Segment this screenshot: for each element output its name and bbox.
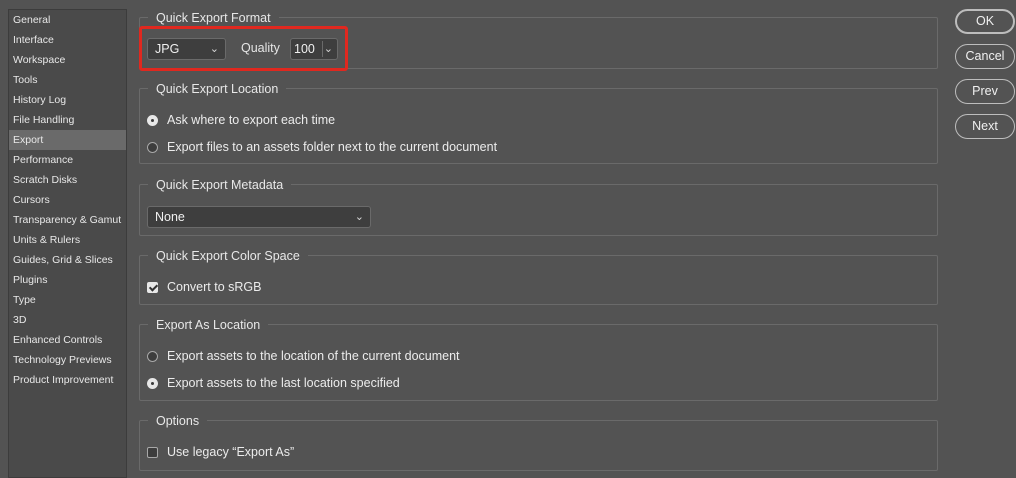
radio-last-location[interactable]: Export assets to the last location speci… xyxy=(147,375,400,391)
panel-title: Options xyxy=(148,413,208,429)
sidebar-item-workspace[interactable]: Workspace xyxy=(9,50,126,70)
sidebar-item-type[interactable]: Type xyxy=(9,290,126,310)
panel-title: Quick Export Color Space xyxy=(148,248,308,264)
radio-icon[interactable] xyxy=(147,378,158,389)
checkbox-label: Convert to sRGB xyxy=(167,280,262,294)
sidebar-item-plugins[interactable]: Plugins xyxy=(9,270,126,290)
radio-icon[interactable] xyxy=(147,115,158,126)
checkbox-icon[interactable] xyxy=(147,282,158,293)
highlight-box xyxy=(139,26,348,71)
checkbox-icon[interactable] xyxy=(147,447,158,458)
next-button[interactable]: Next xyxy=(955,114,1015,139)
radio-label: Export files to an assets folder next to… xyxy=(167,140,498,154)
legacy-export-as-checkbox-row[interactable]: Use legacy “Export As” xyxy=(147,444,294,460)
sidebar-item-history-log[interactable]: History Log xyxy=(9,90,126,110)
radio-ask-each-time[interactable]: Ask where to export each time xyxy=(147,112,335,128)
sidebar-item-enhanced-controls[interactable]: Enhanced Controls xyxy=(9,330,126,350)
radio-current-document-location[interactable]: Export assets to the location of the cur… xyxy=(147,348,460,364)
metadata-select-value: None xyxy=(155,210,185,224)
radio-icon[interactable] xyxy=(147,351,158,362)
convert-srgb-checkbox-row[interactable]: Convert to sRGB xyxy=(147,279,261,295)
sidebar-item-3d[interactable]: 3D xyxy=(9,310,126,330)
radio-label: Export assets to the last location speci… xyxy=(167,376,400,390)
checkbox-label: Use legacy “Export As” xyxy=(167,445,295,459)
panel-title: Quick Export Format xyxy=(148,10,279,26)
sidebar-item-general[interactable]: General xyxy=(9,10,126,30)
quick-export-color-space-panel: Quick Export Color Space Convert to sRGB xyxy=(139,248,938,305)
metadata-select[interactable]: None ⌄ xyxy=(147,206,371,228)
sidebar-item-technology-previews[interactable]: Technology Previews xyxy=(9,350,126,370)
prev-button[interactable]: Prev xyxy=(955,79,1015,104)
panel-title: Export As Location xyxy=(148,317,269,333)
options-panel: Options Use legacy “Export As” xyxy=(139,413,938,471)
radio-label: Ask where to export each time xyxy=(167,113,336,127)
sidebar-item-units-rulers[interactable]: Units & Rulers xyxy=(9,230,126,250)
sidebar-item-export[interactable]: Export xyxy=(9,130,126,150)
chevron-down-icon: ⌄ xyxy=(354,211,364,223)
sidebar-item-cursors[interactable]: Cursors xyxy=(9,190,126,210)
radio-assets-folder[interactable]: Export files to an assets folder next to… xyxy=(147,139,497,155)
quick-export-location-panel: Quick Export Location Ask where to expor… xyxy=(139,81,938,164)
radio-label: Export assets to the location of the cur… xyxy=(167,349,460,363)
sidebar-item-product-improvement[interactable]: Product Improvement xyxy=(9,370,126,390)
quick-export-metadata-panel: Quick Export Metadata None ⌄ xyxy=(139,177,938,236)
radio-icon[interactable] xyxy=(147,142,158,153)
sidebar-item-file-handling[interactable]: File Handling xyxy=(9,110,126,130)
sidebar-item-scratch-disks[interactable]: Scratch Disks xyxy=(9,170,126,190)
panel-title: Quick Export Metadata xyxy=(148,177,292,193)
panel-title: Quick Export Location xyxy=(148,81,287,97)
sidebar-item-tools[interactable]: Tools xyxy=(9,70,126,90)
sidebar-item-interface[interactable]: Interface xyxy=(9,30,126,50)
sidebar-item-transparency-gamut[interactable]: Transparency & Gamut xyxy=(9,210,126,230)
sidebar-item-performance[interactable]: Performance xyxy=(9,150,126,170)
export-as-location-panel: Export As Location Export assets to the … xyxy=(139,317,938,401)
ok-button[interactable]: OK xyxy=(955,9,1015,34)
sidebar-list: General Interface Workspace Tools History Lo… xyxy=(9,10,126,390)
sidebar-item-guides-grid-slices[interactable]: Guides, Grid & Slices xyxy=(9,250,126,270)
cancel-button[interactable]: Cancel xyxy=(955,44,1015,69)
preferences-sidebar: General Interface Workspace Tools History Lo… xyxy=(8,9,127,478)
